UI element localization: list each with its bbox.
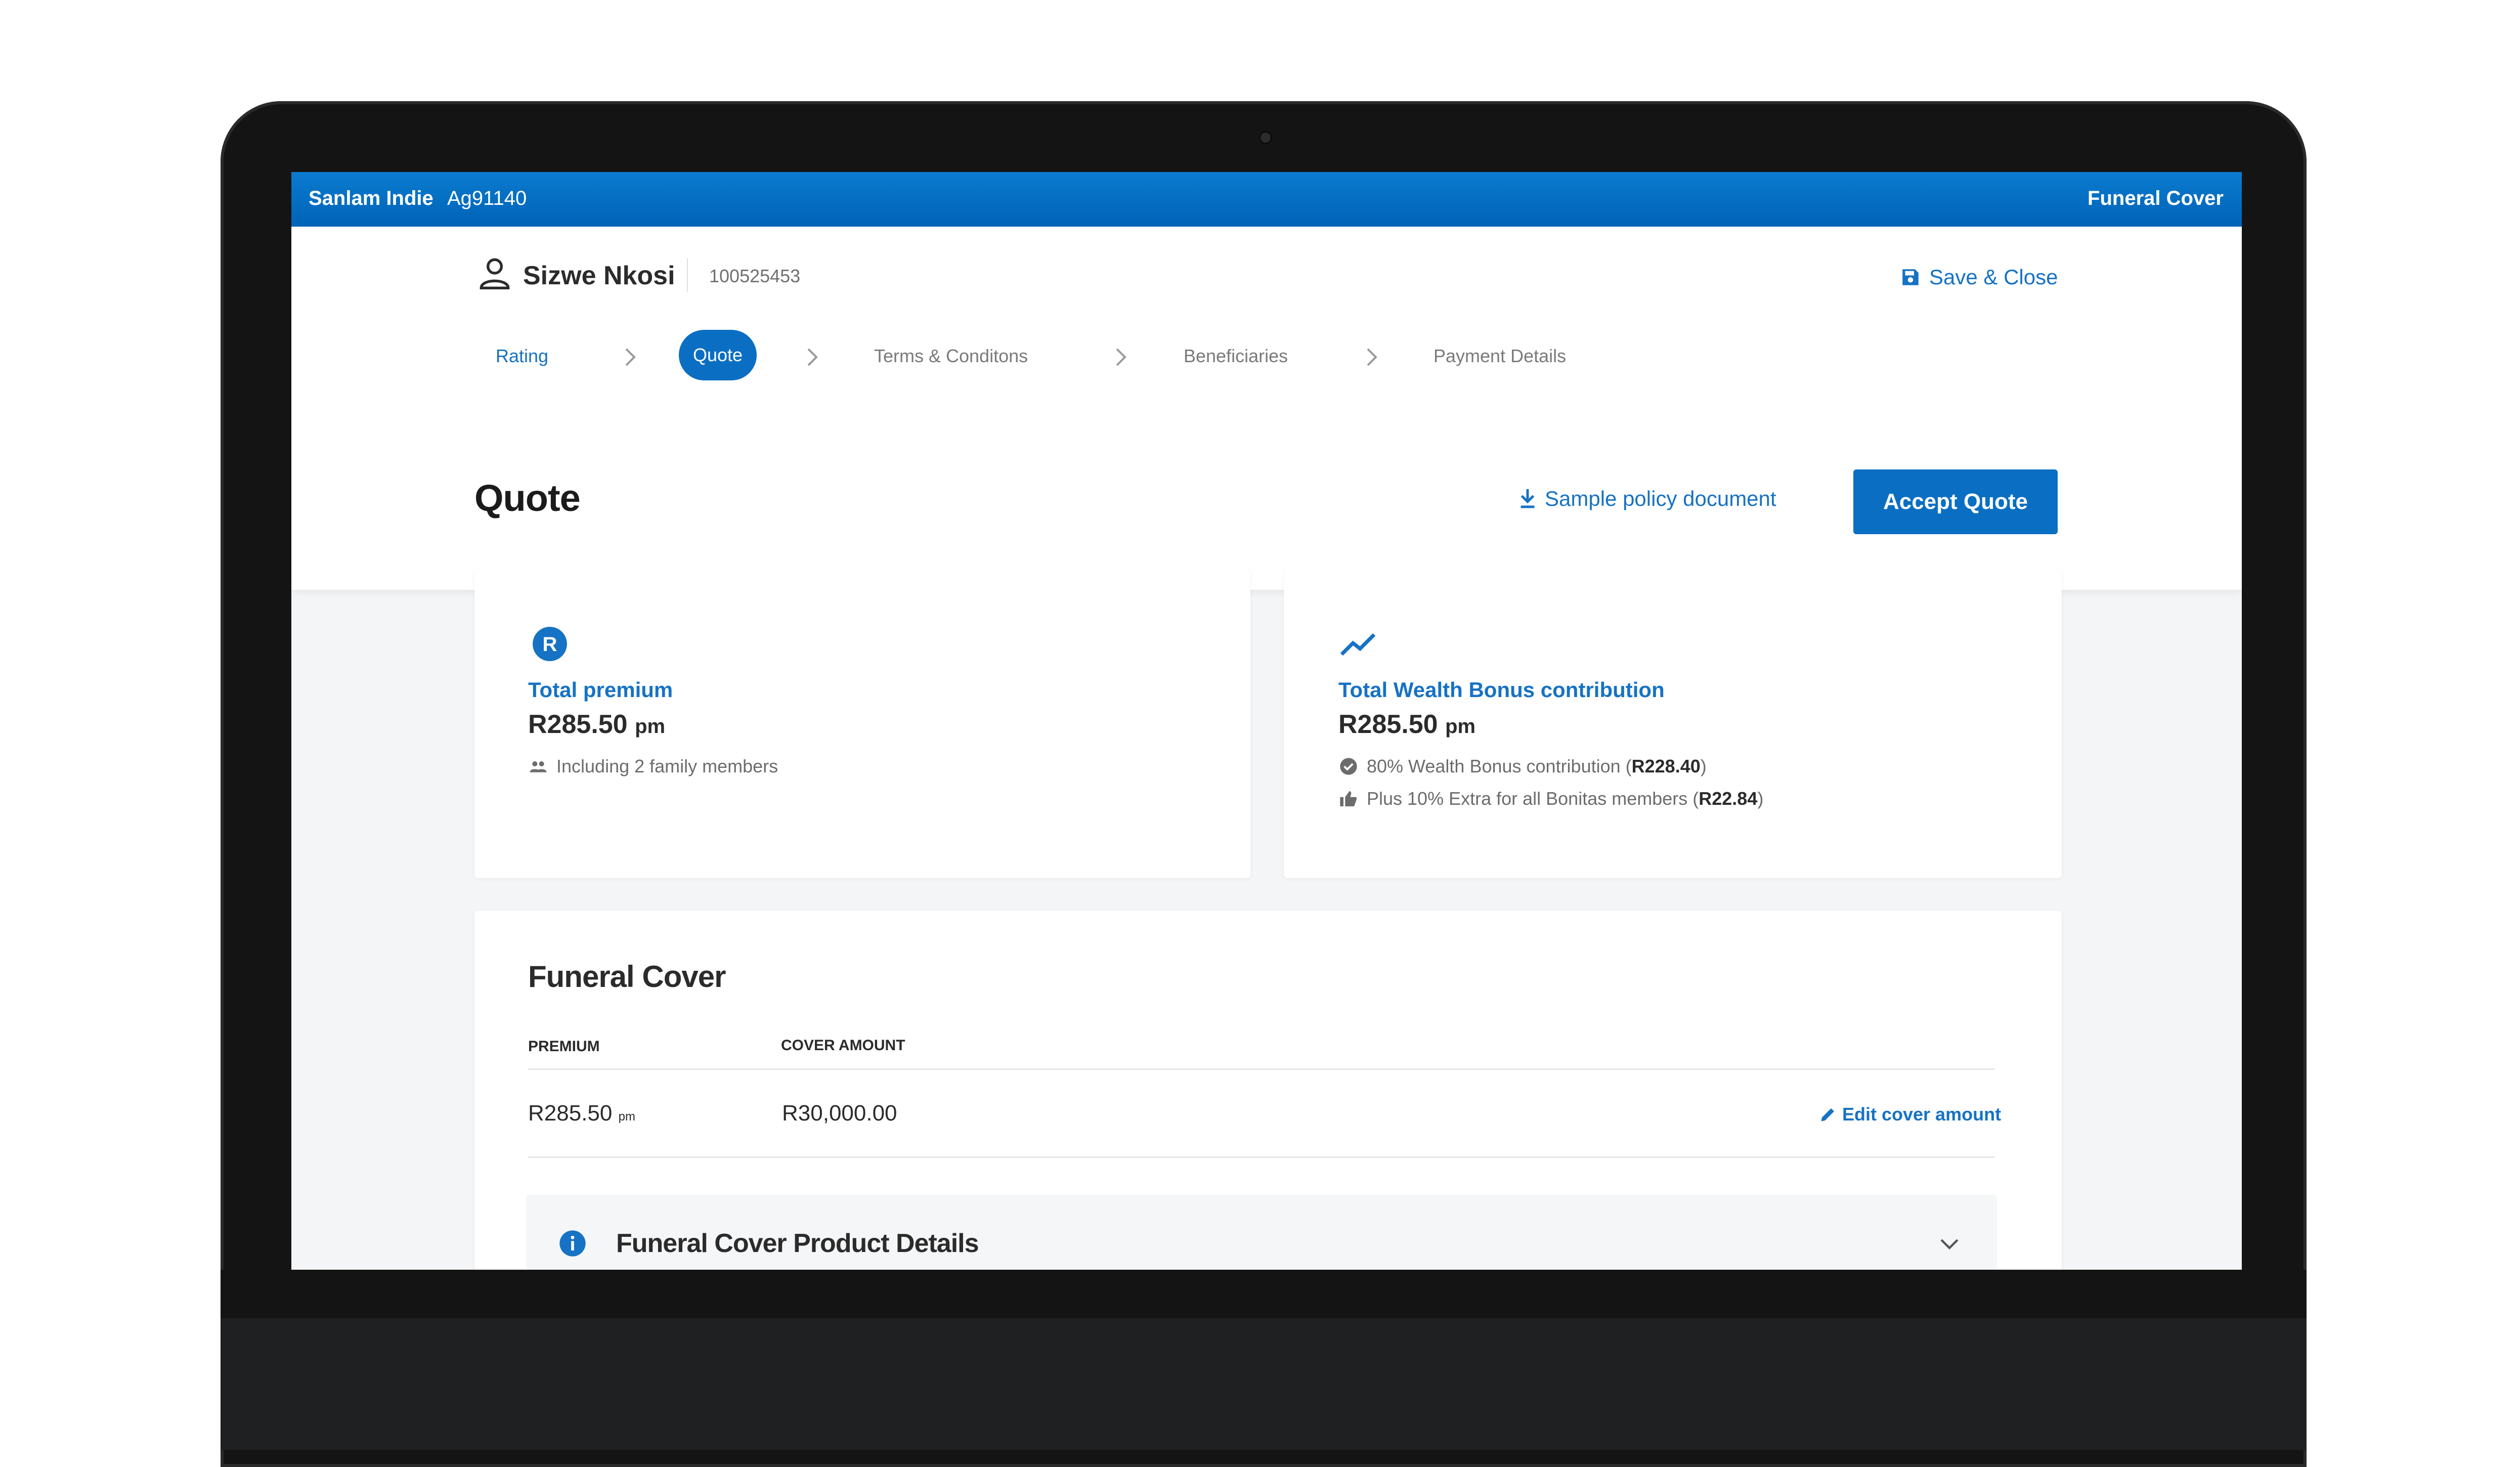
bonitas-extra-line: Plus 10% Extra for all Bonitas members (…	[1338, 788, 1763, 809]
product-details-title: Funeral Cover Product Details	[616, 1229, 979, 1258]
accept-quote-button[interactable]: Accept Quote	[1853, 469, 2058, 534]
people-icon	[530, 761, 547, 772]
pencil-icon	[1821, 1108, 1834, 1121]
premium-cell-value: R285.50	[528, 1101, 613, 1126]
sample-policy-label: Sample policy document	[1545, 487, 1776, 510]
edit-cover-amount-link[interactable]: Edit cover amount	[1819, 1104, 2001, 1125]
premium-amount-unit: pm	[635, 715, 666, 738]
table-header-rule	[528, 1068, 1995, 1070]
funeral-cover-title: Funeral Cover	[528, 960, 726, 994]
step-terms[interactable]: Terms & Conditons	[874, 346, 1028, 367]
chevron-right-icon	[807, 348, 818, 366]
col-premium: PREMIUM	[528, 1038, 600, 1055]
family-members-note: Including 2 family members	[528, 756, 778, 777]
bonitas-extra-text: Plus 10% Extra for all Bonitas members (…	[1367, 788, 1764, 809]
step-rating[interactable]: Rating	[496, 346, 548, 367]
header-divider	[687, 258, 688, 292]
premium-amount-value: R285.50	[528, 710, 628, 739]
edit-cover-amount-label: Edit cover amount	[1842, 1104, 2002, 1125]
wealth-contribution-text: 80% Wealth Bonus contribution (R228.40)	[1367, 756, 1707, 776]
premium-cell: R285.50 pm	[528, 1101, 635, 1126]
chevron-right-icon	[625, 348, 636, 366]
col-cover-amount: COVER AMOUNT	[781, 1037, 905, 1054]
wealth-amount-unit: pm	[1445, 715, 1476, 738]
wealth-amount-value: R285.50	[1338, 710, 1438, 739]
user-icon	[480, 258, 510, 289]
wealth-bonus-label: Total Wealth Bonus contribution	[1338, 678, 1665, 702]
download-icon	[1520, 489, 1535, 508]
top-bar: Sanlam Indie Ag91140 Funeral Cover	[291, 172, 2242, 227]
step-quote[interactable]: Quote	[679, 330, 757, 380]
agent-code: Ag91140	[447, 187, 527, 209]
cover-amount-cell: R30,000.00	[782, 1101, 897, 1126]
table-row-rule	[528, 1156, 1995, 1158]
product-name: Funeral Cover	[2088, 187, 2224, 209]
chevron-right-icon	[1116, 348, 1126, 366]
family-members-text: Including 2 family members	[556, 756, 778, 776]
thumbs-up-icon	[1340, 791, 1357, 806]
client-name: Sizwe Nkosi	[523, 261, 675, 290]
wealth-bonus-amount: R285.50 pm	[1338, 709, 1475, 740]
save-icon	[1902, 269, 1919, 285]
step-payment-details[interactable]: Payment Details	[1433, 346, 1566, 367]
premium-label: Total premium	[528, 678, 673, 702]
info-icon	[559, 1230, 586, 1257]
rand-icon: R	[533, 627, 567, 661]
chevron-down-icon[interactable]	[1939, 1237, 1960, 1250]
premium-cell-unit: pm	[618, 1110, 635, 1124]
verified-badge-icon	[1340, 758, 1357, 775]
step-beneficiaries[interactable]: Beneficiaries	[1184, 346, 1288, 367]
bezel-bottom	[221, 1270, 2307, 1318]
wealth-contribution-line: 80% Wealth Bonus contribution (R228.40)	[1338, 756, 1707, 777]
page-title: Quote	[474, 477, 581, 519]
trending-up-icon	[1340, 633, 1376, 656]
svg-text:R: R	[543, 633, 557, 656]
chevron-right-icon	[1367, 348, 1377, 366]
client-id: 100525453	[709, 266, 801, 286]
webcam	[1261, 133, 1271, 143]
sample-policy-link[interactable]: Sample policy document	[1517, 487, 1776, 511]
brand-name: Sanlam Indie	[309, 187, 433, 209]
save-close-button[interactable]: Save & Close	[1900, 265, 2058, 289]
laptop-base	[221, 1318, 2307, 1450]
premium-amount: R285.50 pm	[528, 709, 665, 740]
save-close-label: Save & Close	[1929, 265, 2058, 289]
